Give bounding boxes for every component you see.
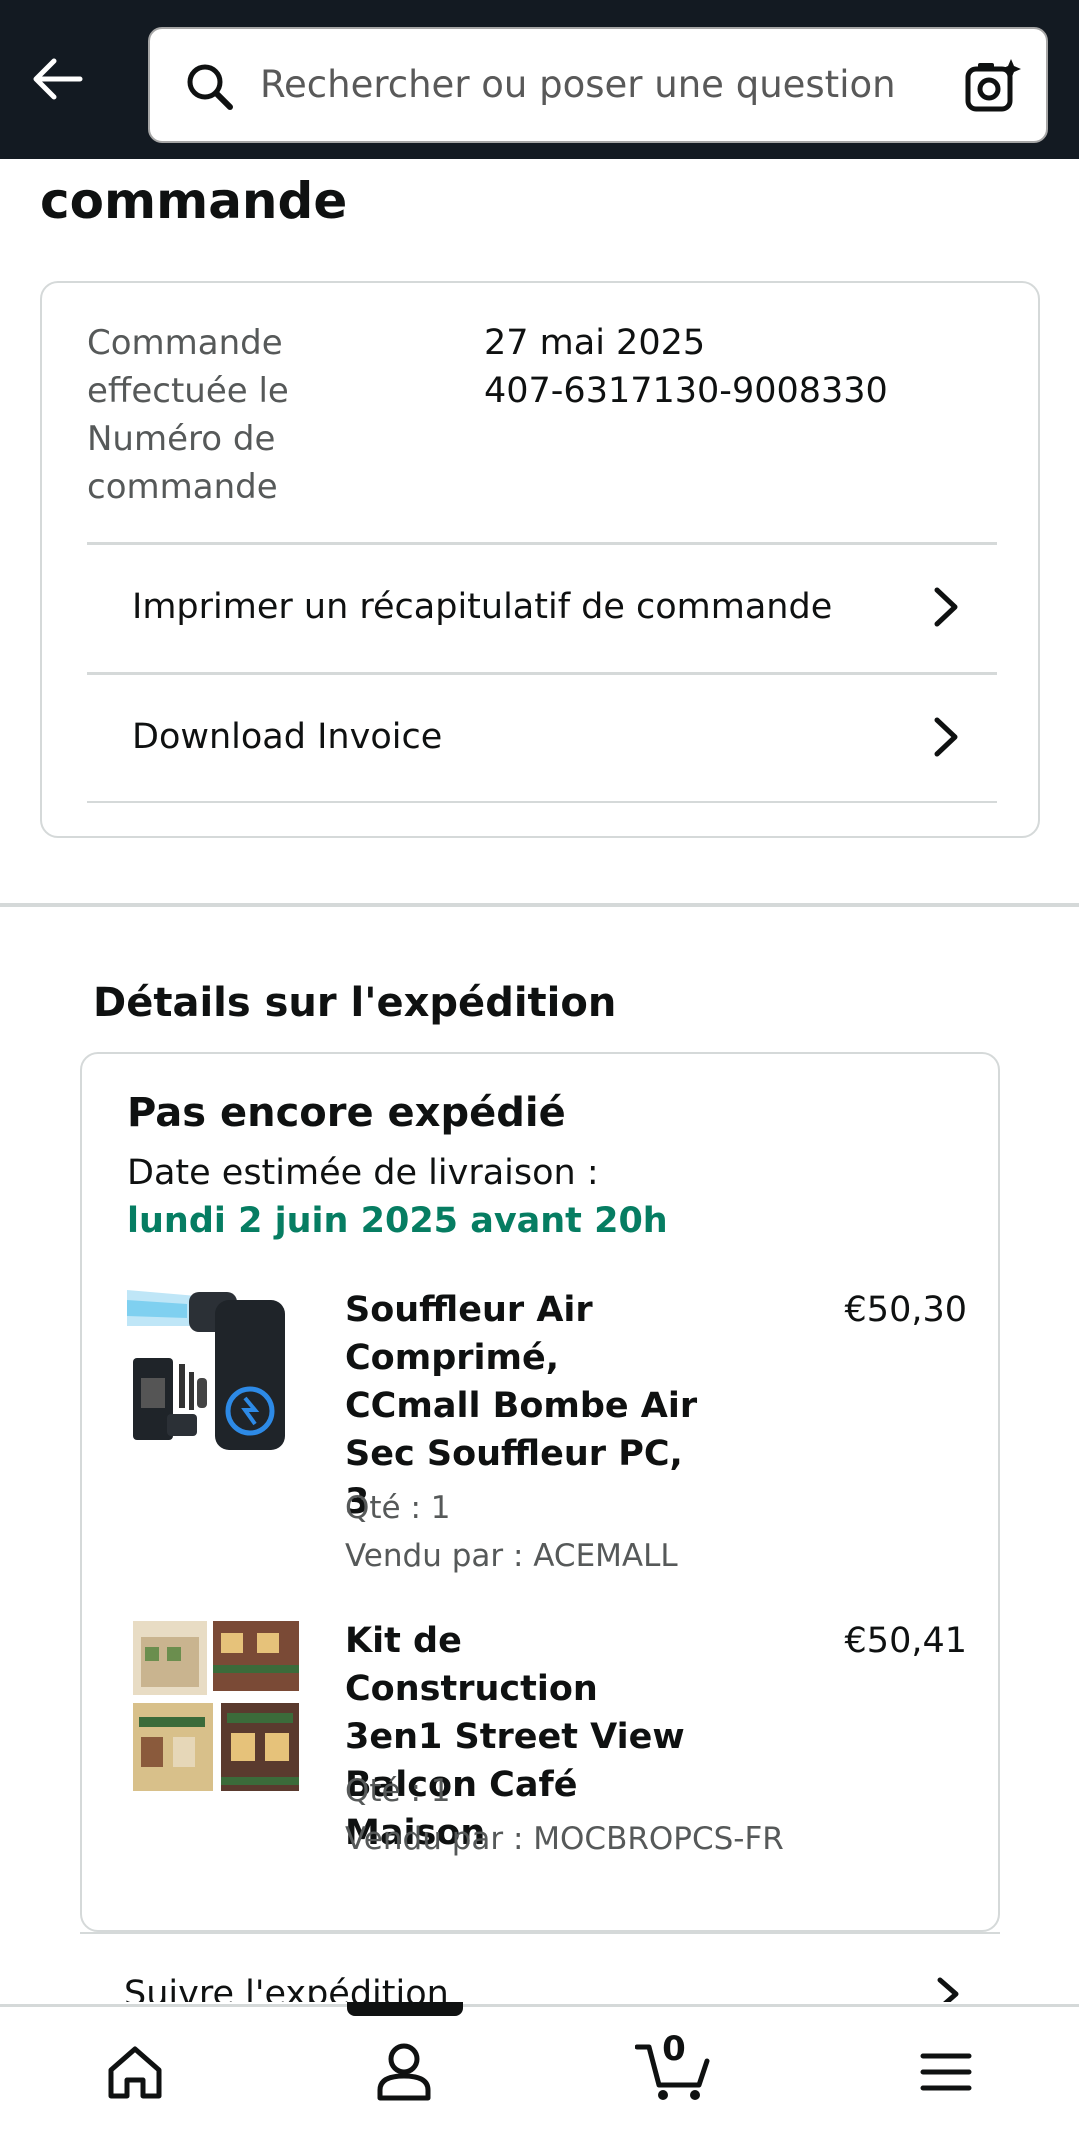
- product-image-air-blower[interactable]: [127, 1286, 305, 1464]
- item-quantity: Qté : 1: [345, 1773, 451, 1809]
- order-date-label: Commande effectuée le: [87, 323, 289, 411]
- search-placeholder: Rechercher ou poser une question: [260, 63, 896, 106]
- shipment-card: Pas encore expédié Date estimée de livra…: [80, 1052, 1000, 1932]
- cart-count: 0: [662, 2029, 686, 2069]
- order-number-label: Numéro de commande: [87, 419, 278, 507]
- back-arrow-icon[interactable]: [28, 50, 86, 108]
- item-price: €50,41: [844, 1621, 967, 1661]
- top-bar: Rechercher ou poser une question: [0, 0, 1079, 159]
- account-icon: [377, 2043, 431, 2101]
- camera-search-icon[interactable]: [964, 57, 1022, 115]
- item-price: €50,30: [844, 1290, 967, 1330]
- order-meta-labels: Commande effectuée le Numéro de commande: [87, 319, 447, 511]
- download-invoice-row[interactable]: Download Invoice: [87, 672, 997, 800]
- divider: [87, 801, 997, 803]
- nav-cart[interactable]: 0: [635, 2029, 713, 2107]
- search-icon: [187, 64, 233, 110]
- nav-menu[interactable]: [911, 2037, 981, 2107]
- item-quantity: Qté : 1: [345, 1490, 451, 1526]
- print-summary-row[interactable]: Imprimer un récapitulatif de commande: [87, 542, 997, 670]
- order-item[interactable]: Souffleur Air Comprimé, CCmall Bombe Air…: [127, 1286, 967, 1576]
- section-divider: [0, 903, 1079, 907]
- order-meta-values: 27 mai 2025 407-6317130-9008330: [484, 319, 888, 415]
- product-image-building-kit[interactable]: [127, 1617, 305, 1795]
- order-number: 407-6317130-9008330: [484, 371, 888, 411]
- print-summary-label: Imprimer un récapitulatif de commande: [132, 587, 833, 627]
- bottom-nav: 0: [0, 2004, 1079, 2131]
- search-input[interactable]: Rechercher ou poser une question: [148, 27, 1048, 143]
- track-shipment-label: Suivre l'expédition: [124, 1974, 449, 2002]
- track-shipment-row[interactable]: Suivre l'expédition: [80, 1932, 1000, 2002]
- nav-home[interactable]: [100, 2037, 170, 2107]
- home-icon: [108, 2046, 162, 2099]
- chevron-right-icon: [934, 587, 958, 627]
- eta-date: lundi 2 juin 2025 avant 20h: [127, 1201, 668, 1241]
- shipment-status: Pas encore expédié: [127, 1090, 566, 1136]
- order-summary-card: Commande effectuée le Numéro de commande…: [40, 281, 1040, 838]
- order-item[interactable]: Kit de Construction 3en1 Street View Bal…: [127, 1617, 967, 1867]
- chevron-right-icon: [934, 717, 958, 757]
- item-seller: Vendu par : ACEMALL: [345, 1538, 678, 1574]
- page-title: commande: [40, 172, 348, 230]
- shipping-heading: Détails sur l'expédition: [93, 980, 617, 1026]
- item-seller: Vendu par : MOCBROPCS-FR: [345, 1821, 784, 1857]
- scroll-handle: [347, 2002, 463, 2016]
- chevron-right-icon: [937, 1977, 959, 2002]
- download-invoice-label: Download Invoice: [132, 717, 443, 757]
- menu-icon: [920, 2053, 972, 2091]
- eta-label: Date estimée de livraison :: [127, 1153, 599, 1193]
- order-date: 27 mai 2025: [484, 323, 706, 363]
- nav-account[interactable]: [369, 2037, 439, 2107]
